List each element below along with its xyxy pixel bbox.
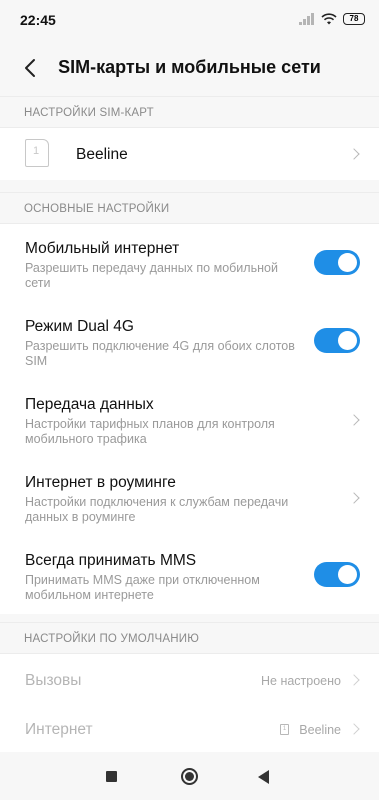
chevron-right-icon	[348, 723, 360, 735]
sim-slot-number: 1	[33, 145, 40, 157]
setting-subtitle: Разрешить передачу данных по мобильной с…	[25, 261, 278, 290]
home-button[interactable]	[181, 768, 198, 785]
chevron-right-icon	[348, 674, 360, 686]
toggle-knob	[338, 331, 357, 350]
mms-toggle[interactable]	[314, 562, 360, 587]
setting-title: Вызовы	[25, 672, 82, 689]
sim-card-icon: 1	[25, 139, 49, 167]
sim-slot-number: 1	[282, 726, 287, 732]
section-header-sim: НАСТРОЙКИ SIM-КАРТ	[0, 96, 379, 128]
section-header-defaults: НАСТРОЙКИ ПО УМОЛЧАНИЮ	[0, 622, 379, 654]
chevron-right-icon	[348, 148, 360, 160]
setting-subtitle: Настройки подключения к службам передачи…	[25, 495, 289, 524]
section-title: НАСТРОЙКИ SIM-КАРТ	[24, 107, 154, 119]
app-header: SIM-карты и мобильные сети	[0, 40, 379, 96]
defaults-group: Вызовы Не настроено Интернет 1 Beeline	[0, 654, 379, 752]
setting-title: Всегда принимать MMS	[25, 552, 197, 569]
status-time: 22:45	[20, 12, 56, 28]
section-header-main: ОСНОВНЫЕ НАСТРОЙКИ	[0, 192, 379, 224]
setting-subtitle: Настройки тарифных планов для контроля м…	[25, 417, 275, 446]
setting-title: Режим Dual 4G	[25, 318, 134, 335]
chevron-right-icon	[348, 492, 360, 504]
default-internet[interactable]: Интернет 1 Beeline	[0, 704, 379, 752]
battery-level: 78	[349, 14, 359, 23]
sim-card-icon: 1	[280, 724, 289, 735]
setting-subtitle: Разрешить подключение 4G для обоих слото…	[25, 339, 295, 368]
recents-button[interactable]	[106, 771, 117, 782]
nav-back-button[interactable]	[258, 770, 269, 784]
sim-item-beeline[interactable]: 1 Beeline	[0, 128, 379, 180]
default-calls[interactable]: Вызовы Не настроено	[0, 654, 379, 704]
sim-card-group: 1 Beeline	[0, 128, 379, 180]
setting-dual-4g[interactable]: Режим Dual 4G Разрешить подключение 4G д…	[0, 300, 379, 378]
setting-subtitle: Принимать MMS даже при отключенном мобил…	[25, 573, 260, 602]
toggle-knob	[338, 253, 357, 272]
toggle-knob	[338, 565, 357, 584]
signal-icon	[299, 13, 315, 25]
setting-value: Beeline	[299, 723, 341, 737]
status-bar: 22:45 78	[0, 0, 379, 40]
mobile-internet-toggle[interactable]	[314, 250, 360, 275]
setting-title: Передача данных	[25, 396, 154, 413]
dual-4g-toggle[interactable]	[314, 328, 360, 353]
setting-title: Интернет	[25, 721, 93, 738]
section-title: ОСНОВНЫЕ НАСТРОЙКИ	[24, 203, 170, 215]
setting-title: Мобильный интернет	[25, 240, 180, 257]
setting-roaming[interactable]: Интернет в роуминге Настройки подключени…	[0, 458, 379, 536]
setting-mms[interactable]: Всегда принимать MMS Принимать MMS даже …	[0, 536, 379, 614]
main-settings-group: Мобильный интернет Разрешить передачу да…	[0, 224, 379, 614]
status-icons: 78	[299, 11, 365, 27]
setting-mobile-internet[interactable]: Мобильный интернет Разрешить передачу да…	[0, 224, 379, 300]
page-title: SIM-карты и мобильные сети	[58, 57, 321, 77]
navigation-bar	[0, 752, 379, 800]
wifi-icon	[321, 13, 337, 25]
chevron-right-icon	[348, 414, 360, 426]
section-title: НАСТРОЙКИ ПО УМОЛЧАНИЮ	[24, 633, 200, 645]
setting-data-transfer[interactable]: Передача данных Настройки тарифных плано…	[0, 378, 379, 458]
setting-title: Интернет в роуминге	[25, 474, 176, 491]
sim-name: Beeline	[76, 146, 128, 163]
setting-value: Не настроено	[261, 674, 341, 688]
battery-icon: 78	[343, 13, 365, 25]
